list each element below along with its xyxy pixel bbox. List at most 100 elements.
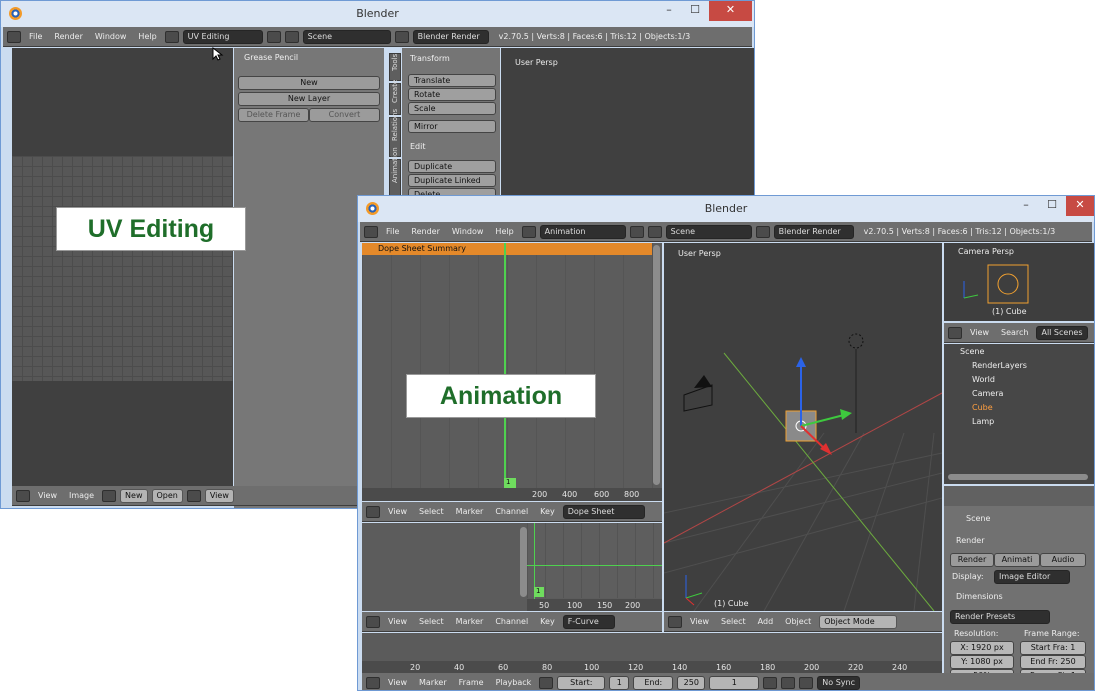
menu-file[interactable]: File (382, 227, 403, 236)
grease-new-layer-button[interactable]: New Layer (238, 92, 380, 106)
title-bar[interactable]: Blender – ☐ ✕ (1, 1, 754, 27)
end-frame-field[interactable]: End Fr: 250 (1020, 655, 1086, 669)
editor-type-icon[interactable] (364, 225, 378, 238)
editor-type-icon[interactable] (668, 615, 682, 628)
menu-marker[interactable]: Marker (452, 617, 488, 626)
menu-channel[interactable]: Channel (491, 507, 532, 516)
animation-3d-viewport[interactable]: User Persp (1) Cube (664, 243, 942, 611)
new-image-button[interactable]: New (120, 488, 148, 503)
start-frame-input[interactable]: 1 (609, 675, 630, 690)
dimensions-panel-title[interactable]: Dimensions (956, 592, 1090, 601)
resolution-y-field[interactable]: Y: 1080 px (950, 655, 1014, 669)
uv-3d-viewport[interactable]: User Persp (501, 48, 754, 198)
menu-view[interactable]: View (384, 617, 411, 626)
menu-frame[interactable]: Frame (455, 678, 488, 687)
graph-frame-marker[interactable]: 1 (534, 587, 544, 597)
menu-key[interactable]: Key (536, 617, 559, 626)
properties-tabs[interactable] (944, 486, 1094, 506)
menu-object[interactable]: Object (781, 617, 815, 626)
editor-type-icon[interactable] (7, 30, 21, 43)
maximize-button[interactable]: ☐ (1039, 196, 1065, 216)
jump-end-icon[interactable] (799, 676, 814, 689)
sync-select[interactable]: No Sync (817, 675, 860, 690)
dope-sheet-mode-select[interactable]: Dope Sheet (562, 504, 645, 519)
close-button[interactable]: ✕ (1066, 196, 1094, 216)
graph-ruler[interactable]: 50 100 150 200 (527, 599, 662, 611)
delete-frame-button[interactable]: Delete Frame (238, 108, 309, 122)
maximize-button[interactable]: ☐ (682, 1, 708, 21)
properties-area[interactable]: Scene Render Render Animati Audio Displa… (944, 486, 1094, 690)
menu-select[interactable]: Select (717, 617, 750, 626)
camera-viewport[interactable]: Camera Persp (1) Cube (944, 243, 1094, 321)
duplicate-linked-button[interactable]: Duplicate Linked (408, 174, 496, 187)
menu-view[interactable]: View (384, 507, 411, 516)
scene-field[interactable]: Scene (302, 29, 391, 44)
render-button[interactable]: Render (950, 553, 994, 567)
timeline-area[interactable]: 20 40 60 80 100 120 140 160 180 200 220 … (362, 633, 942, 673)
graph-scrollbar[interactable] (520, 527, 527, 597)
scene-field[interactable]: Scene (665, 224, 752, 239)
title-bar[interactable]: Blender – ☐ ✕ (358, 196, 1094, 222)
menu-view[interactable]: View (384, 678, 411, 687)
minimize-button[interactable]: – (656, 1, 682, 21)
rotate-button[interactable]: Rotate (408, 88, 496, 101)
object-mode-select[interactable]: Object Mode (819, 614, 898, 629)
edit-title[interactable]: Edit (410, 142, 426, 151)
convert-button[interactable]: Convert (309, 108, 380, 122)
audio-button[interactable]: Audio (1040, 553, 1086, 567)
screen-layout-icon[interactable] (164, 30, 179, 43)
editor-type-icon[interactable] (16, 489, 30, 502)
menu-render[interactable]: Render (50, 32, 86, 41)
menu-add[interactable]: Add (754, 617, 778, 626)
outliner-row-camera[interactable]: Camera (972, 389, 1003, 398)
menu-marker[interactable]: Marker (415, 678, 451, 687)
tab-animation[interactable]: Animation (389, 147, 401, 197)
menu-window[interactable]: Window (91, 32, 131, 41)
menu-playback[interactable]: Playback (492, 678, 536, 687)
menu-help[interactable]: Help (134, 32, 160, 41)
menu-search[interactable]: Search (997, 328, 1032, 337)
menu-select[interactable]: Select (415, 507, 448, 516)
end-frame-input[interactable]: 250 (677, 675, 706, 690)
display-select[interactable]: Image Editor (994, 570, 1070, 584)
start-frame-field[interactable]: Start Fra: 1 (1020, 641, 1086, 655)
dope-sheet-ruler[interactable]: 200 400 600 800 (362, 488, 662, 501)
grease-new-button[interactable]: New (238, 76, 380, 90)
menu-file[interactable]: File (25, 32, 46, 41)
outliner-row-scene[interactable]: Scene (960, 347, 984, 356)
scale-button[interactable]: Scale (408, 102, 496, 115)
timeline-ruler[interactable]: 20 40 60 80 100 120 140 160 180 200 220 … (362, 661, 942, 673)
screen-layout-field[interactable]: UV Editing (182, 29, 263, 44)
add-scene-icon[interactable] (755, 225, 770, 238)
outliner-row-lamp[interactable]: Lamp (972, 417, 994, 426)
duplicate-button[interactable]: Duplicate (408, 160, 496, 173)
screen-layout-field[interactable]: Animation (539, 224, 626, 239)
open-image-button[interactable]: Open (151, 488, 183, 503)
outliner-row-renderlayers[interactable]: RenderLayers (972, 361, 1027, 370)
end-label[interactable]: End: (633, 675, 674, 690)
screen-layout-icon[interactable] (521, 225, 536, 238)
render-presets-select[interactable]: Render Presets (950, 610, 1050, 624)
menu-select[interactable]: Select (415, 617, 448, 626)
dope-sheet-scrollbar[interactable] (653, 245, 660, 485)
editor-type-icon[interactable] (366, 615, 380, 628)
image-browse-icon[interactable] (102, 489, 117, 502)
editor-type-icon[interactable] (948, 326, 962, 339)
menu-image[interactable]: Image (65, 491, 98, 500)
menu-view[interactable]: View (966, 328, 993, 337)
view-mode-select[interactable]: View (204, 488, 234, 503)
resolution-x-field[interactable]: X: 1920 px (950, 641, 1014, 655)
add-scene-icon[interactable] (394, 30, 409, 43)
scene-icon[interactable] (647, 225, 662, 238)
menu-view[interactable]: View (686, 617, 713, 626)
graph-editor-area[interactable]: 1 50 100 150 200 (362, 523, 662, 611)
uv-image-editor[interactable] (12, 48, 233, 486)
current-frame-input[interactable]: 1 (709, 675, 760, 690)
outliner-scrollbar[interactable] (948, 474, 1088, 480)
editor-type-icon[interactable] (366, 676, 380, 689)
start-label[interactable]: Start: (557, 675, 606, 690)
menu-key[interactable]: Key (536, 507, 559, 516)
menu-view[interactable]: View (34, 491, 61, 500)
outliner-row-cube[interactable]: Cube (972, 403, 993, 412)
dope-sheet-area[interactable]: Dope Sheet Summary 1 200 400 600 800 (362, 243, 662, 501)
